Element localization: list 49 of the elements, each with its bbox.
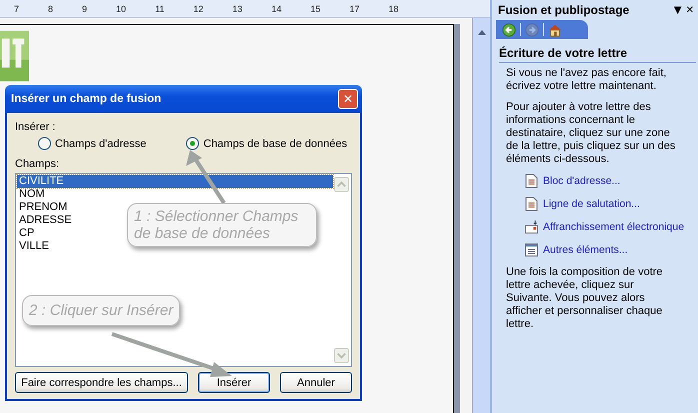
ruler-number: 10 <box>116 4 126 14</box>
ruler-number: 17 <box>349 4 360 14</box>
pane-menu-button[interactable]: ▼ <box>674 4 682 16</box>
pane-link[interactable]: Autres éléments... <box>525 243 696 257</box>
pane-link[interactable]: Ligne de salutation... <box>525 197 696 211</box>
scroll-up-icon[interactable] <box>334 177 349 192</box>
callout: 1 : Sélectionner Champs de base de données <box>127 203 317 247</box>
dialog-button[interactable]: Insérer <box>198 372 270 393</box>
envelope-icon <box>525 220 538 234</box>
close-button[interactable]: ✕ <box>338 89 358 109</box>
close-button[interactable]: ✕ <box>686 4 694 16</box>
back-icon[interactable] <box>502 22 516 36</box>
home-icon[interactable] <box>548 22 562 36</box>
scroll-down-icon[interactable] <box>334 348 349 363</box>
instruction-text: Si vous ne l'avez pas encore fait, écrivez votre lettre maintenant. <box>506 67 668 93</box>
ruler-number: 12 <box>193 4 204 14</box>
pane-link[interactable]: Bloc d'adresse... <box>525 174 696 188</box>
ruler-number: 11 <box>155 4 164 14</box>
list-item[interactable]: CP <box>17 227 36 240</box>
callout: 2 : Cliquer sur Insérer <box>22 295 180 326</box>
document-icon <box>525 197 538 211</box>
scrollbar[interactable] <box>472 18 490 413</box>
list-item[interactable]: PRENOM <box>17 201 70 214</box>
pane-link[interactable]: Affranchissement électronique <box>525 220 696 234</box>
list-item[interactable]: VILLE <box>17 240 51 253</box>
ruler-number: 7 <box>14 4 20 14</box>
list-item[interactable]: NOM <box>17 188 47 201</box>
radio-option[interactable]: Champs d'adresse <box>38 137 146 150</box>
document-icon <box>525 174 538 188</box>
ruler-number: 14 <box>271 4 282 14</box>
ruler-number: 15 <box>310 4 320 14</box>
insert-label: Insérer : <box>15 121 56 133</box>
ruler-number: 18 <box>388 4 398 14</box>
instruction-text: Pour ajouter à votre lettre des informations concernant le destinataire, cliquez sur une zone de la lettre, puis cliquez sur un des éléments ci-dessous. <box>506 101 676 166</box>
ruler-number: 9 <box>82 4 88 14</box>
list-item[interactable]: CIVILITE <box>17 175 333 188</box>
dialog-button[interactable]: Faire correspondre les champs... <box>15 372 188 393</box>
arrow <box>186 150 226 204</box>
ruler-number: 8 <box>48 4 54 14</box>
list-icon <box>525 243 538 257</box>
dialog-button[interactable]: Annuler <box>280 372 352 393</box>
ruler-number: 13 <box>232 4 242 14</box>
section-heading: Écriture de votre lettre <box>499 47 696 63</box>
pane-title: Fusion et publipostage <box>498 3 630 17</box>
radio-option[interactable]: Champs de base de données <box>186 137 348 150</box>
dialog-title: Insérer un champ de fusion <box>11 93 162 105</box>
fields-label: Champs: <box>15 158 60 170</box>
list-item[interactable]: ADRESSE <box>17 214 74 227</box>
instruction-text: Une fois la composition de votre lettre achevée, cliquez sur Suivante. Vous pouvez alors afficher et personnaliser chaque lettre. <box>506 266 664 331</box>
